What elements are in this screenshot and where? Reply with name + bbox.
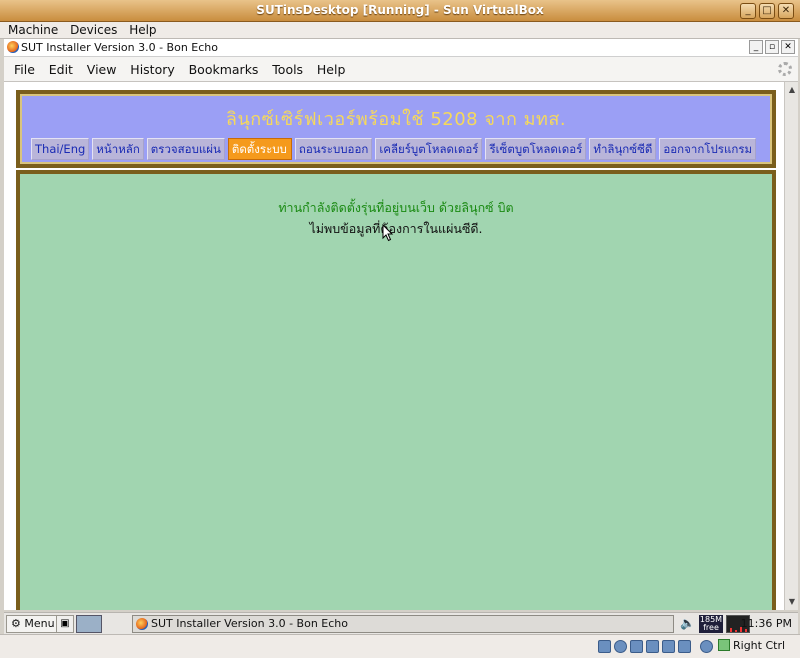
menu-edit[interactable]: Edit — [44, 57, 78, 82]
vbox-menu-help[interactable]: Help — [125, 22, 160, 38]
cd-drive-icon[interactable] — [614, 640, 627, 653]
memory-monitor: 185M free — [699, 615, 723, 633]
floppy-icon[interactable] — [630, 640, 643, 653]
nav-thai-eng-button[interactable]: Thai/Eng — [31, 138, 90, 160]
shared-folders-icon[interactable] — [678, 640, 691, 653]
menu-help[interactable]: Help — [312, 57, 351, 82]
volume-icon[interactable]: 🔈 — [680, 616, 695, 630]
menu-bookmarks[interactable]: Bookmarks — [184, 57, 264, 82]
menu-history[interactable]: History — [125, 57, 179, 82]
browser-maximize-button[interactable]: ▫ — [765, 40, 779, 54]
nav-make-linux-cd-button[interactable]: ทำลินุกซ์ซีดี — [589, 138, 657, 160]
host-key-icon — [718, 639, 730, 651]
vbox-menu-devices[interactable]: Devices — [66, 22, 121, 38]
mouse-integration-icon[interactable] — [700, 640, 713, 653]
site-title: ลินุกซ์เซิร์ฟเวอร์พร้อมใช้ 5208 จาก มทส. — [225, 109, 567, 130]
nav-reset-bootloader-button[interactable]: รีเซ็ตบูตโหลดเดอร์ — [485, 138, 587, 160]
vbox-window-title: SUTinsDesktop [Running] - Sun VirtualBox — [256, 3, 544, 17]
mouse-pointer-icon — [382, 224, 394, 242]
content-panel: ท่านกำลังติดตั้งรุ่นที่อยู่บนเว็บ ด้วยลิ… — [20, 174, 772, 610]
network-icon[interactable] — [646, 640, 659, 653]
page-viewport: ลินุกซ์เซิร์ฟเวอร์พร้อมใช้ 5208 จาก มทส.… — [4, 82, 784, 610]
terminal-launcher-icon[interactable]: ▣ — [56, 615, 74, 633]
scroll-down-arrow-icon[interactable]: ▼ — [786, 596, 798, 608]
workspace-pager[interactable] — [76, 615, 102, 633]
browser-minimize-button[interactable]: _ — [749, 40, 763, 54]
page-scrollbar[interactable]: ▲ ▼ — [784, 82, 798, 610]
nav-home-button[interactable]: หน้าหลัก — [92, 138, 144, 160]
host-key-indicator: Right Ctrl — [718, 639, 785, 652]
nav-bar: Thai/Eng หน้าหลัก ตรวจสอบแผ่น ติดตั้งระบ… — [31, 138, 761, 162]
browser-menubar: File Edit View History Bookmarks Tools H… — [4, 57, 798, 82]
taskbar-window-button[interactable]: SUT Installer Version 3.0 - Bon Echo — [132, 615, 674, 633]
usb-icon[interactable] — [662, 640, 675, 653]
menu-file[interactable]: File — [9, 57, 40, 82]
firefox-icon — [7, 41, 19, 53]
clock[interactable]: 11:36 PM — [741, 617, 792, 630]
browser-window-title: SUT Installer Version 3.0 - Bon Echo — [21, 41, 218, 54]
start-menu-button[interactable]: ⚙ Menu — [6, 615, 60, 633]
nav-clear-bootloader-button[interactable]: เคลียร์บูตโหลดเดอร์ — [375, 138, 483, 160]
vbox-titlebar: SUTinsDesktop [Running] - Sun VirtualBox… — [0, 0, 800, 22]
vbox-menu-machine[interactable]: Machine — [4, 22, 62, 38]
nav-install-button[interactable]: ติดตั้งระบบ — [227, 138, 292, 160]
guest-taskbar: ⚙ Menu ▣ SUT Installer Version 3.0 - Bon… — [4, 612, 798, 634]
start-menu-label: Menu — [24, 617, 55, 630]
vbox-close-button[interactable]: ✕ — [778, 3, 794, 19]
install-status-message: ท่านกำลังติดตั้งรุ่นที่อยู่บนเว็บ ด้วยลิ… — [278, 200, 514, 215]
host-key-label: Right Ctrl — [733, 639, 786, 652]
nav-exit-button[interactable]: ออกจากโปรแกรม — [659, 138, 757, 160]
browser-titlebar: SUT Installer Version 3.0 - Bon Echo _ ▫… — [4, 39, 798, 57]
firefox-icon — [136, 618, 148, 630]
menu-view[interactable]: View — [82, 57, 122, 82]
browser-close-button[interactable]: ✕ — [781, 40, 795, 54]
scroll-up-arrow-icon[interactable]: ▲ — [786, 84, 798, 96]
content-frame: ท่านกำลังติดตั้งรุ่นที่อยู่บนเว็บ ด้วยลิ… — [16, 170, 776, 610]
nav-check-disc-button[interactable]: ตรวจสอบแผ่น — [146, 138, 225, 160]
vbox-menubar: Machine Devices Help — [0, 22, 800, 39]
header-panel: ลินุกซ์เซิร์ฟเวอร์พร้อมใช้ 5208 จาก มทส.… — [20, 94, 772, 164]
menu-tools[interactable]: Tools — [267, 57, 308, 82]
vbox-maximize-button[interactable]: □ — [759, 3, 775, 19]
vbox-minimize-button[interactable]: _ — [740, 3, 756, 19]
taskbar-window-label: SUT Installer Version 3.0 - Bon Echo — [151, 617, 348, 630]
hard-disk-icon[interactable] — [598, 640, 611, 653]
memory-free-label: free — [703, 623, 719, 632]
header-frame: ลินุกซ์เซิร์ฟเวอร์พร้อมใช้ 5208 จาก มทส.… — [16, 90, 776, 168]
cd-error-message: ไม่พบข้อมูลที่ต้องการในแผ่นซีดี. — [309, 221, 483, 236]
throbber-icon — [778, 62, 792, 76]
vbox-statusbar: Right Ctrl — [0, 634, 800, 658]
nav-uninstall-button[interactable]: ถอนระบบออก — [294, 138, 373, 160]
